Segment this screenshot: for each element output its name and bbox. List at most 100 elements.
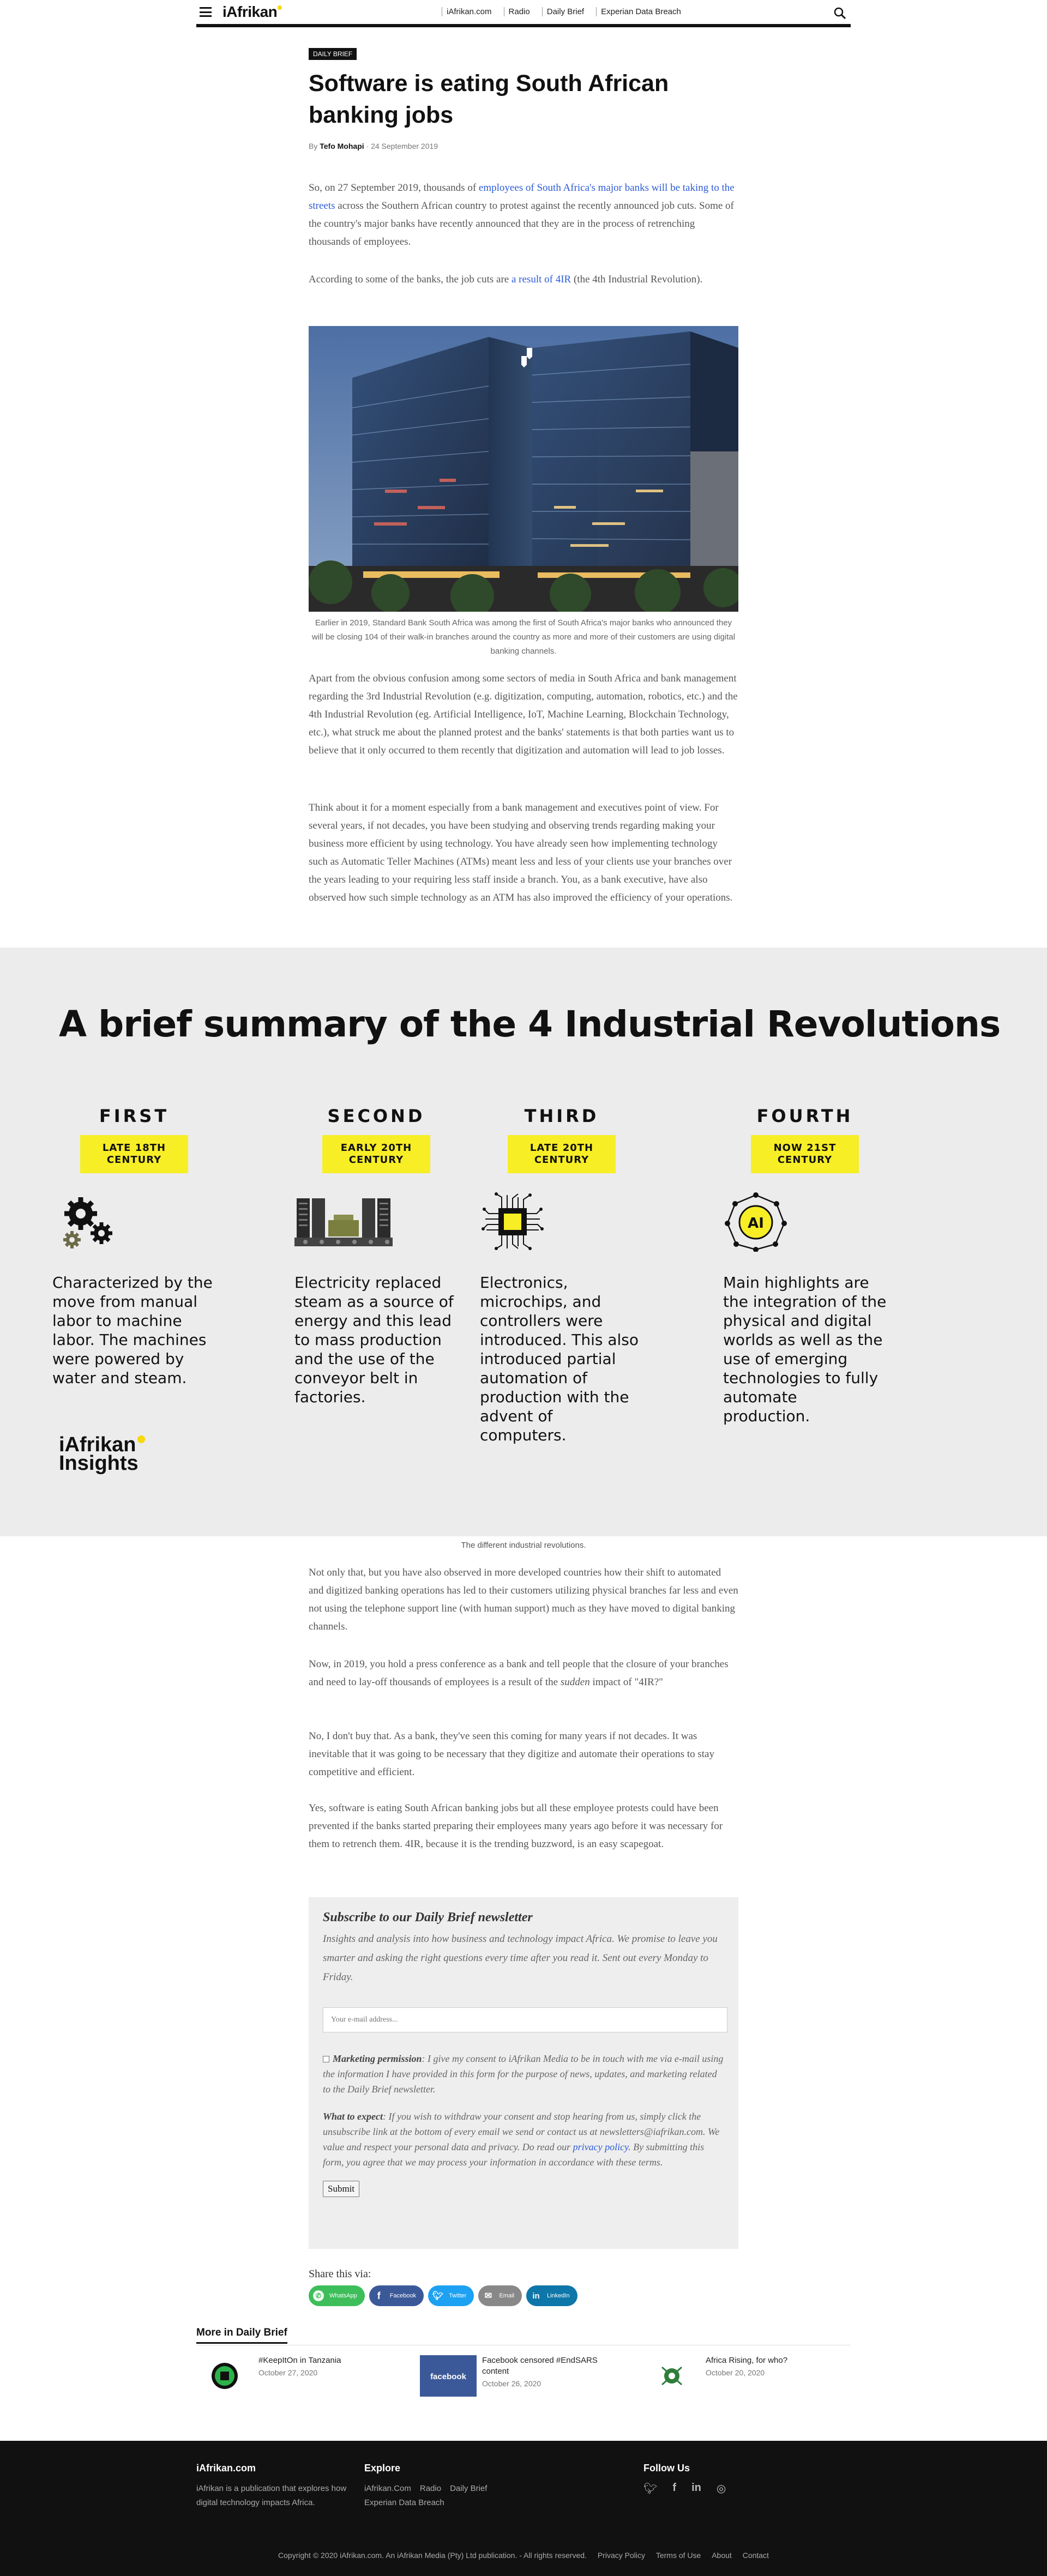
more-section-header: More in Daily Brief bbox=[196, 2327, 851, 2345]
consent-checkbox[interactable] bbox=[323, 2056, 329, 2062]
related-article-date: October 20, 2020 bbox=[706, 2368, 765, 2377]
era-badge: EARLY 20TH CENTURY bbox=[322, 1135, 430, 1173]
svg-text:facebook: facebook bbox=[430, 2372, 467, 2381]
share-label: Share this via: bbox=[309, 2268, 371, 2280]
related-article-card[interactable]: #KeepItOn in Tanzania October 27, 2020 bbox=[196, 2355, 341, 2397]
paragraph-7: No, I don't buy that. As a bank, they've… bbox=[309, 1730, 714, 1778]
related-article-date: October 26, 2020 bbox=[482, 2379, 541, 2388]
linkedin-icon[interactable]: in bbox=[691, 2482, 701, 2495]
related-article-title[interactable]: #KeepItOn in Tanzania bbox=[258, 2355, 341, 2366]
related-article-date: October 27, 2020 bbox=[258, 2368, 318, 2377]
industrial-revolutions-infographic: A brief summary of the 4 Industrial Revo… bbox=[0, 948, 1047, 1536]
facebook-icon: f bbox=[377, 2290, 381, 2301]
paragraph-2: According to some of the banks, the job … bbox=[309, 274, 703, 285]
footer-link-experian[interactable]: Experian Data Breach bbox=[364, 2496, 487, 2510]
revolution-fourth: FOURTH NOW 21ST CENTURY AI Main highlight… bbox=[723, 1106, 887, 1425]
ai-network-icon: AI bbox=[725, 1192, 787, 1252]
nav-link-iafrikan[interactable]: iAfrikan.com bbox=[442, 7, 492, 16]
site-footer: iAfrikan.com iAfrikan is a publication t… bbox=[0, 2441, 1047, 2576]
infographic-caption: The different industrial revolutions. bbox=[461, 1541, 586, 1550]
revolution-third: THIRD LATE 20TH CENTURY Electronics, micr… bbox=[480, 1106, 643, 1445]
author-link[interactable]: Tefo Mohapi bbox=[320, 142, 364, 150]
revolution-description: Electricity replaced steam as a source o… bbox=[294, 1274, 454, 1406]
revolution-second: SECOND EARLY 20TH CENTURY Electricity rep… bbox=[294, 1106, 458, 1407]
footer-link-about[interactable]: About bbox=[712, 2551, 732, 2560]
footer-about-text: iAfrikan is a publication that explores … bbox=[196, 2484, 347, 2507]
byline: By Tefo Mohapi · 24 September 2019 bbox=[309, 142, 438, 150]
copyright-text: Copyright © 2020 iAfrikan.com. An iAfrik… bbox=[278, 2551, 587, 2560]
whatsapp-icon: ✆ bbox=[313, 2290, 324, 2301]
footer-brand[interactable]: iAfrikan.com bbox=[196, 2463, 360, 2474]
twitter-icon[interactable]: 🐦︎ bbox=[643, 2482, 657, 2495]
category-badge[interactable]: DAILY BRIEF bbox=[309, 48, 357, 60]
revolution-description: Characterized by the move from manual la… bbox=[52, 1274, 213, 1387]
site-logo[interactable]: iAfrikan bbox=[222, 3, 282, 21]
africa-rising-thumbnail bbox=[643, 2355, 700, 2397]
linkedin-icon: in bbox=[532, 2291, 540, 2301]
share-email-button[interactable]: ✉ Email bbox=[478, 2285, 522, 2306]
email-input[interactable] bbox=[323, 2007, 727, 2032]
footer-follow: Follow Us 🐦︎ f in ◎ bbox=[643, 2463, 726, 2495]
footer-about: iAfrikan.com iAfrikan is a publication t… bbox=[196, 2463, 360, 2510]
nav-link-radio[interactable]: Radio bbox=[503, 7, 530, 16]
microchip-icon bbox=[482, 1192, 544, 1250]
newsletter-intro: Insights and analysis into how business … bbox=[323, 1933, 718, 1983]
related-article-title[interactable]: Facebook censored #EndSARS content bbox=[482, 2355, 607, 2377]
share-twitter-button[interactable]: 🐦︎ Twitter bbox=[428, 2285, 474, 2306]
revolution-description: Electronics, microchips, and controllers… bbox=[480, 1274, 639, 1444]
bank-building-photo bbox=[309, 326, 738, 612]
iafrikan-insights-logo: iAfrikan Insights bbox=[59, 1434, 146, 1474]
share-linkedin-button[interactable]: in LinkedIn bbox=[526, 2285, 577, 2306]
footer-link-contact[interactable]: Contact bbox=[743, 2551, 769, 2560]
gears-icon bbox=[63, 1197, 112, 1248]
paragraph-8: Yes, software is eating South African ba… bbox=[309, 1802, 723, 1850]
menu-icon[interactable] bbox=[200, 7, 212, 17]
search-icon[interactable] bbox=[833, 7, 846, 20]
4ir-link[interactable]: a result of 4IR bbox=[512, 274, 571, 285]
article-title: Software is eating South African banking… bbox=[309, 70, 669, 128]
footer-link-radio[interactable]: Radio bbox=[420, 2482, 441, 2496]
keepiton-thumbnail bbox=[196, 2355, 253, 2397]
nav-links: iAfrikan.com Radio Daily Brief Experian … bbox=[442, 7, 681, 16]
related-article-title[interactable]: Africa Rising, for who? bbox=[706, 2355, 787, 2366]
share-facebook-button[interactable]: f Facebook bbox=[369, 2285, 424, 2306]
factory-icon bbox=[294, 1198, 393, 1246]
top-navigation: iAfrikan iAfrikan.com Radio Daily Brief … bbox=[196, 0, 851, 27]
related-article-card[interactable]: Africa Rising, for who? October 20, 2020 bbox=[643, 2355, 787, 2397]
era-badge: LATE 20TH CENTURY bbox=[508, 1135, 616, 1173]
nav-link-experian[interactable]: Experian Data Breach bbox=[596, 7, 681, 16]
footer-link-terms[interactable]: Terms of Use bbox=[656, 2551, 701, 2560]
footer-bottom-bar: Copyright © 2020 iAfrikan.com. An iAfrik… bbox=[0, 2551, 1047, 2560]
paragraph-1: So, on 27 September 2019, thousands of e… bbox=[309, 182, 735, 248]
footer-link-daily-brief[interactable]: Daily Brief bbox=[450, 2482, 487, 2496]
related-article-card[interactable]: facebook Facebook censored #EndSARS cont… bbox=[420, 2355, 607, 2397]
what-to-expect: What to expect: If you wish to withdraw … bbox=[323, 2111, 720, 2168]
svg-text:AI: AI bbox=[748, 1215, 764, 1232]
publish-date: 24 September 2019 bbox=[371, 142, 438, 150]
paragraph-6: Now, in 2019, you hold a press conferenc… bbox=[309, 1658, 729, 1688]
newsletter-signup: Subscribe to our Daily Brief newsletter … bbox=[309, 1897, 738, 2249]
nav-link-daily-brief[interactable]: Daily Brief bbox=[541, 7, 584, 16]
era-badge: NOW 21ST CENTURY bbox=[751, 1135, 859, 1173]
revolution-description: Main highlights are the integration of t… bbox=[723, 1274, 887, 1425]
paragraph-4: Think about it for a moment especially f… bbox=[309, 802, 733, 903]
share-whatsapp-button[interactable]: ✆ WhatsApp bbox=[309, 2285, 365, 2306]
footer-link-privacy[interactable]: Privacy Policy bbox=[598, 2551, 645, 2560]
footer-link-iafrikan[interactable]: iAfrikan.Com bbox=[364, 2482, 411, 2496]
instagram-icon[interactable]: ◎ bbox=[717, 2482, 726, 2495]
email-icon: ✉ bbox=[484, 2291, 492, 2301]
facebook-icon[interactable]: f bbox=[672, 2482, 676, 2495]
paragraph-5: Not only that, but you have also observe… bbox=[309, 1567, 738, 1632]
revolution-first: FIRST LATE 18TH CENTURY Characterized by … bbox=[52, 1106, 216, 1387]
hero-caption: Earlier in 2019, Standard Bank South Afr… bbox=[311, 618, 736, 656]
paragraph-3: Apart from the obvious confusion among s… bbox=[309, 673, 738, 756]
marketing-permission: Marketing permission: I give my consent … bbox=[323, 2053, 724, 2095]
footer-explore: Explore iAfrikan.Com Radio Daily Brief E… bbox=[364, 2463, 487, 2510]
share-buttons: ✆ WhatsApp f Facebook 🐦︎ Twitter ✉ Email in L… bbox=[309, 2285, 577, 2306]
newsletter-title: Subscribe to our Daily Brief newsletter bbox=[323, 1910, 533, 1925]
facebook-thumbnail: facebook bbox=[420, 2355, 477, 2397]
infographic-title: A brief summary of the 4 Industrial Revo… bbox=[59, 1003, 1001, 1045]
privacy-policy-link[interactable]: privacy policy bbox=[573, 2141, 628, 2152]
twitter-icon: 🐦︎ bbox=[432, 2291, 444, 2301]
submit-button[interactable]: Submit bbox=[323, 2181, 360, 2197]
